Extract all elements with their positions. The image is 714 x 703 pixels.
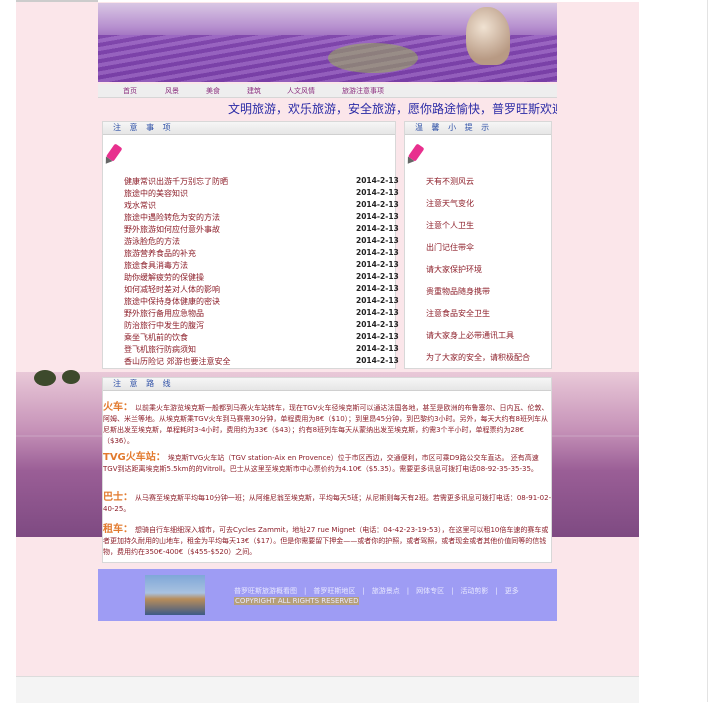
nav-item-architecture[interactable]: 建筑 bbox=[247, 86, 261, 96]
tips-panel: 温 馨 小 提 示 天有不测风云 注意天气变化 注意个人卫生 出门记住带伞 请大家保护环… bbox=[404, 121, 552, 369]
route-text: 想骑自行车细细深入城市，可去Cycles Zammit，地址27 rue Mig… bbox=[103, 526, 549, 556]
copyright-text: COPYRIGHT ALL RIGHTS RESERVED bbox=[234, 597, 360, 605]
notice-panel-title: 注 意 事 项 bbox=[113, 123, 174, 132]
notice-item-link[interactable]: 防治旅行中发生的腹泻 bbox=[124, 320, 204, 331]
route-label: 巴士： bbox=[103, 492, 133, 503]
notice-item-link[interactable]: 戏水常识 bbox=[124, 200, 156, 211]
notice-item-date: 2014-2-13 bbox=[356, 260, 399, 269]
rock-image bbox=[466, 7, 510, 65]
notice-item-date: 2014-2-13 bbox=[356, 284, 399, 293]
notice-item-link[interactable]: 旅途中保持身体健康的密诀 bbox=[124, 296, 220, 307]
header-banner bbox=[98, 3, 557, 82]
notice-item-link[interactable]: 乘坐飞机前的饮食 bbox=[124, 332, 188, 343]
route-text: 埃克斯TVG火车站（TGV station-Aix en Provence）位于… bbox=[103, 454, 539, 473]
tip-item-link[interactable]: 注意天气变化 bbox=[426, 198, 474, 209]
notice-item-date: 2014-2-13 bbox=[356, 344, 399, 353]
notice-item-date: 2014-2-13 bbox=[356, 188, 399, 197]
route-tgv-station: TVG火车站： 埃克斯TVG火车站（TGV station-Aix en Prov… bbox=[103, 452, 552, 475]
notice-item-date: 2014-2-13 bbox=[356, 200, 399, 209]
nav-item-food[interactable]: 美食 bbox=[206, 86, 220, 96]
main-nav: 首页 风景 美食 建筑 人文风情 旅游注意事项 bbox=[98, 84, 557, 98]
nav-item-home[interactable]: 首页 bbox=[123, 86, 137, 96]
tip-item-link[interactable]: 出门记住带伞 bbox=[426, 242, 474, 253]
route-panel-header: 注 意 路 线 bbox=[103, 378, 551, 391]
tip-item-link[interactable]: 天有不测风云 bbox=[426, 176, 474, 187]
notice-item-date: 2014-2-13 bbox=[356, 176, 399, 185]
route-label: TVG火车站： bbox=[103, 452, 166, 463]
route-text: 从马赛至埃克斯平均每10分钟一班；从阿维尼翁至埃克斯，平均每天5班；从尼斯则每天… bbox=[103, 494, 552, 513]
notice-item-date: 2014-2-13 bbox=[356, 212, 399, 221]
top-strip bbox=[16, 0, 98, 2]
notice-item-link[interactable]: 旅途食具消毒方法 bbox=[124, 260, 188, 271]
notice-item-link[interactable]: 野外旅游如何应付意外事故 bbox=[124, 224, 220, 235]
route-label: 租车： bbox=[103, 524, 133, 535]
tip-item-link[interactable]: 注意食品安全卫生 bbox=[426, 308, 490, 319]
route-text: 以前乘火车游览埃克斯一般都到马赛火车站转车，现在TGV火车径埃克斯可以通达法国各… bbox=[103, 404, 549, 445]
route-bus: 巴士： 从马赛至埃克斯平均每10分钟一班；从阿维尼翁至埃克斯，平均每天5班；从尼斯… bbox=[103, 492, 552, 515]
notice-item-link[interactable]: 旅途中遇险转危为安的方法 bbox=[124, 212, 220, 223]
tip-item-link[interactable]: 请大家身上必带通讯工具 bbox=[426, 330, 514, 341]
tips-panel-header: 温 馨 小 提 示 bbox=[405, 122, 551, 135]
route-label: 火车： bbox=[103, 402, 133, 413]
bottom-strip bbox=[16, 676, 639, 703]
notice-item-date: 2014-2-13 bbox=[356, 356, 399, 365]
route-train: 火车： 以前乘火车游览埃克斯一般都到马赛火车站转车，现在TGV火车径埃克斯可以通达… bbox=[103, 402, 552, 447]
notice-item-link[interactable]: 旅途中的美容知识 bbox=[124, 188, 188, 199]
notice-item-link[interactable]: 如何减轻时差对人体的影响 bbox=[124, 284, 220, 295]
tip-item-link[interactable]: 贵重物品随身携带 bbox=[426, 286, 490, 297]
welcome-marquee: 文明旅游，欢乐旅游，安全旅游，愿你路途愉快，普罗旺斯欢迎您 bbox=[228, 102, 557, 116]
tip-item-link[interactable]: 注意个人卫生 bbox=[426, 220, 474, 231]
notice-item-link[interactable]: 香山历险记 郊游也要注意安全 bbox=[124, 356, 231, 367]
nav-item-travel-notes[interactable]: 旅游注意事项 bbox=[342, 86, 384, 96]
notice-item-date: 2014-2-13 bbox=[356, 332, 399, 341]
tree-image bbox=[34, 370, 56, 386]
nav-item-scenery[interactable]: 风景 bbox=[165, 86, 179, 96]
grass-patch bbox=[328, 43, 418, 73]
notice-item-link[interactable]: 登飞机旅行防病须知 bbox=[124, 344, 196, 355]
footer-links[interactable]: 普罗旺斯旅游概看图 | 普罗旺斯地区 | 旅游景点 | 网体专区 | 活动剪影 … bbox=[234, 586, 519, 596]
notice-item-date: 2014-2-13 bbox=[356, 320, 399, 329]
tree-image bbox=[62, 370, 80, 384]
notice-item-link[interactable]: 助你缓解疲劳的保健操 bbox=[124, 272, 204, 283]
route-rental: 租车： 想骑自行车细细深入城市，可去Cycles Zammit，地址27 rue … bbox=[103, 524, 552, 558]
notice-item-link[interactable]: 游泳脸危的方法 bbox=[124, 236, 180, 247]
notice-item-date: 2014-2-13 bbox=[356, 308, 399, 317]
notice-panel-header: 注 意 事 项 bbox=[103, 122, 395, 135]
route-panel: 注 意 路 线 火车： 以前乘火车游览埃克斯一般都到马赛火车站转车，现在TGV火车… bbox=[102, 377, 552, 563]
notice-item-date: 2014-2-13 bbox=[356, 248, 399, 257]
tip-item-link[interactable]: 为了大家的安全，请积极配合 bbox=[426, 352, 530, 363]
footer: 普罗旺斯旅游概看图 | 普罗旺斯地区 | 旅游景点 | 网体专区 | 活动剪影 … bbox=[98, 569, 557, 621]
pencil-icon bbox=[404, 143, 425, 167]
notice-item-link[interactable]: 健康常识出游千万别忘了防晒 bbox=[124, 176, 228, 187]
notice-item-date: 2014-2-13 bbox=[356, 224, 399, 233]
notice-item-date: 2014-2-13 bbox=[356, 236, 399, 245]
notice-item-date: 2014-2-13 bbox=[356, 272, 399, 281]
notice-item-link[interactable]: 野外旅行备用应急物品 bbox=[124, 308, 204, 319]
castle-thumbnail[interactable] bbox=[145, 575, 205, 615]
notice-item-link[interactable]: 旅游营养食品的补充 bbox=[124, 248, 196, 259]
notice-panel: 注 意 事 项 健康常识出游千万别忘了防晒 2014-2-13 旅途中的美容知识 20… bbox=[102, 121, 399, 369]
scrollbar[interactable] bbox=[707, 0, 714, 702]
pencil-icon bbox=[102, 143, 123, 167]
notice-item-date: 2014-2-13 bbox=[356, 296, 399, 305]
route-panel-title: 注 意 路 线 bbox=[113, 379, 174, 388]
tips-panel-title: 温 馨 小 提 示 bbox=[415, 123, 493, 132]
tip-item-link[interactable]: 请大家保护环境 bbox=[426, 264, 482, 275]
nav-item-culture[interactable]: 人文风情 bbox=[287, 86, 315, 96]
